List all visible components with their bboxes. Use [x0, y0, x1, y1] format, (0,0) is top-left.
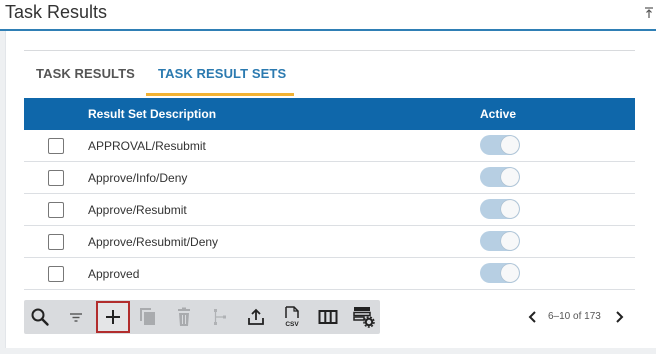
row-checkbox[interactable] [48, 170, 64, 186]
toggle-knob [501, 200, 519, 218]
column-header-description[interactable]: Result Set Description [88, 98, 216, 130]
table-row[interactable]: Approve/Resubmit [24, 194, 635, 226]
row-description: Approved [88, 267, 140, 281]
table-header: Result Set Description Active [24, 98, 635, 130]
hierarchy-button[interactable] [206, 303, 234, 331]
row-checkbox[interactable] [48, 266, 64, 282]
row-description: APPROVAL/Resubmit [88, 139, 206, 153]
grid-settings-button[interactable] [350, 303, 378, 331]
table-toolbar: CSV [24, 300, 380, 334]
copy-button[interactable] [134, 303, 162, 331]
active-toggle[interactable] [480, 135, 520, 155]
row-checkbox[interactable] [48, 202, 64, 218]
title-bar: Task Results [0, 0, 656, 30]
delete-icon [178, 307, 190, 326]
table-row[interactable]: Approve/Resubmit/Deny [24, 226, 635, 258]
active-toggle[interactable] [480, 231, 520, 251]
copy-icon [140, 308, 155, 325]
tabs-divider [24, 50, 635, 51]
csv-label: CSV [285, 321, 299, 328]
active-tab-indicator [146, 93, 294, 96]
previous-page-icon[interactable] [526, 308, 540, 326]
add-button[interactable] [96, 301, 130, 333]
pagination-info: 6–10 of 173 [548, 311, 601, 322]
columns-button[interactable] [314, 303, 342, 331]
filter-button[interactable] [62, 303, 90, 331]
toggle-knob [501, 264, 519, 282]
csv-button[interactable]: CSV [278, 303, 306, 331]
page-title: Task Results [5, 2, 108, 22]
search-button[interactable] [26, 303, 54, 331]
table-row[interactable]: Approved [24, 258, 635, 290]
filter-icon [70, 313, 82, 322]
row-checkbox[interactable] [48, 234, 64, 250]
table-row[interactable]: Approve/Info/Deny [24, 162, 635, 194]
active-toggle[interactable] [480, 167, 520, 187]
export-icon [248, 308, 264, 325]
row-checkbox[interactable] [48, 138, 64, 154]
active-toggle[interactable] [480, 263, 520, 283]
csv-icon: CSV [285, 306, 299, 328]
delete-button[interactable] [170, 303, 198, 331]
pin-icon[interactable] [644, 6, 654, 20]
toggle-knob [501, 136, 519, 154]
tab-task-result-sets[interactable]: TASK RESULT SETS [158, 66, 286, 82]
row-description: Approve/Info/Deny [88, 171, 188, 185]
export-button[interactable] [242, 303, 270, 331]
toggle-knob [501, 168, 519, 186]
add-icon [106, 310, 120, 324]
search-icon [31, 308, 49, 326]
row-description: Approve/Resubmit/Deny [88, 235, 219, 249]
active-toggle[interactable] [480, 199, 520, 219]
columns-icon [318, 310, 338, 324]
hierarchy-icon [214, 309, 226, 325]
column-header-active[interactable]: Active [480, 98, 516, 130]
row-description: Approve/Resubmit [88, 203, 187, 217]
next-page-icon[interactable] [612, 308, 626, 326]
table-row[interactable]: APPROVAL/Resubmit [24, 130, 635, 162]
toggle-knob [501, 232, 519, 250]
grid-settings-icon [353, 307, 375, 328]
tab-task-results[interactable]: TASK RESULTS [36, 66, 135, 82]
